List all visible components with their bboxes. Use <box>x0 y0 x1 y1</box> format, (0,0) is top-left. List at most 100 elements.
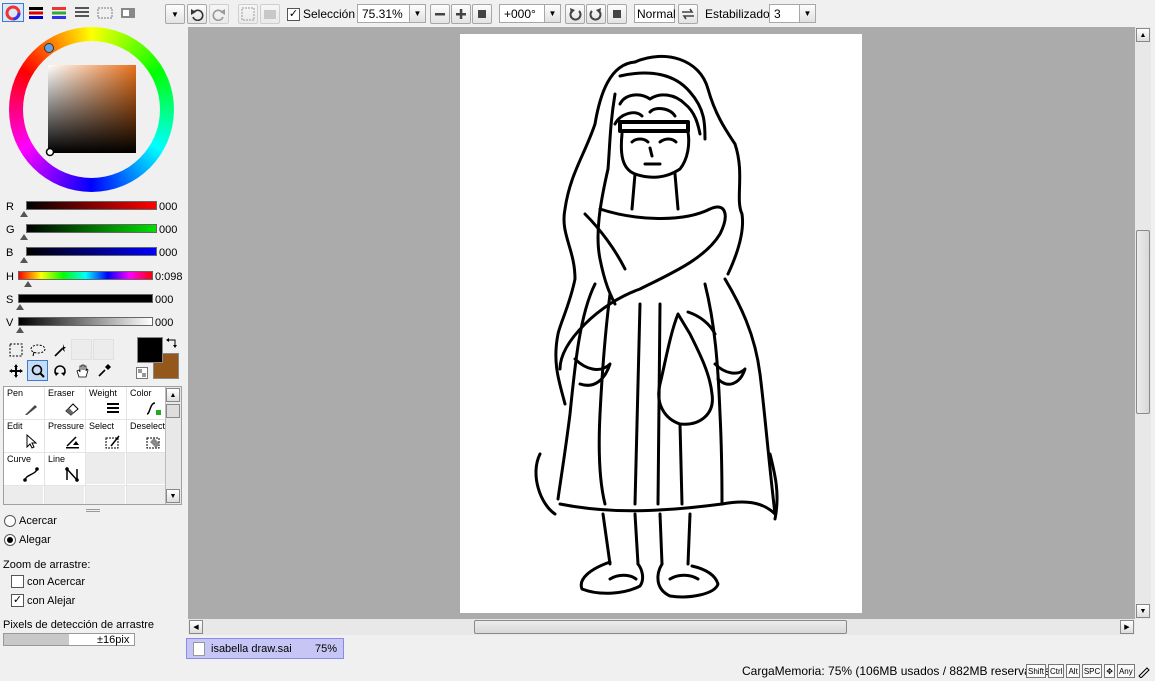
lasso-icon[interactable] <box>27 339 48 360</box>
checkbox-con-alejar[interactable]: ✓ <box>11 594 24 607</box>
scroll-down-icon[interactable]: ▼ <box>1136 604 1150 618</box>
rotate-right-button[interactable] <box>586 4 606 24</box>
rgb-sliders-icon[interactable] <box>25 3 47 22</box>
chevron-down-icon[interactable]: ▼ <box>409 5 425 22</box>
canvas-area[interactable] <box>188 27 1135 619</box>
radio-alegar[interactable] <box>4 534 16 546</box>
sv-marker-icon[interactable] <box>44 146 56 158</box>
zoom-reset-button[interactable] <box>472 4 492 24</box>
hsv-sliders-icon[interactable] <box>48 3 70 22</box>
zoom-out-button[interactable] <box>430 4 450 24</box>
slider-track[interactable] <box>18 317 153 326</box>
slider-thumb[interactable] <box>20 257 28 263</box>
scroll-up-icon[interactable]: ▲ <box>166 388 180 402</box>
brush-color[interactable]: Color <box>127 387 167 419</box>
zoom-combo[interactable]: 75.31% ▼ <box>357 4 426 23</box>
slider-r[interactable]: R 000 <box>4 199 184 217</box>
vertical-scroll-thumb[interactable] <box>1136 230 1150 414</box>
selection-toggle[interactable]: ✓ Selección <box>287 7 355 21</box>
brush-curve[interactable]: Curve <box>4 453 44 485</box>
slider-track[interactable] <box>26 224 157 233</box>
flip-icon <box>682 8 694 20</box>
brush-select[interactable]: Select <box>86 420 126 452</box>
slider-track[interactable] <box>26 247 157 256</box>
scratchpad-icon[interactable] <box>117 3 139 22</box>
document-tab[interactable]: isabella draw.sai 75% <box>186 638 344 659</box>
deselect-button[interactable] <box>238 4 258 24</box>
slider-v[interactable]: V 000 <box>4 315 184 333</box>
rect-select-icon[interactable] <box>5 339 26 360</box>
slider-thumb[interactable] <box>24 281 32 287</box>
option-con-alejar[interactable]: ✓ con Alejar <box>11 594 75 607</box>
flip-horizontal-button[interactable] <box>678 4 698 24</box>
redo-button[interactable] <box>209 4 229 24</box>
brush-pressure[interactable]: Pressure <box>45 420 85 452</box>
slider-thumb[interactable] <box>20 211 28 217</box>
eyedropper-icon[interactable] <box>93 360 114 381</box>
brush-pen[interactable]: Pen <box>4 387 44 419</box>
brush-line[interactable]: Line <box>45 453 85 485</box>
slider-s[interactable]: S 000 <box>4 292 184 310</box>
empty-brush-slot <box>86 453 126 485</box>
reset-icon <box>613 10 621 18</box>
brush-deselect[interactable]: Deselect <box>127 420 167 452</box>
slider-track[interactable] <box>18 294 153 303</box>
slider-b[interactable]: B 000 <box>4 245 184 263</box>
magic-wand-icon[interactable] <box>49 339 70 360</box>
color-wheel[interactable] <box>9 27 174 192</box>
panel-collapse-button[interactable]: ▼ <box>165 4 185 24</box>
brush-scrollbar[interactable]: ▲ ▼ <box>165 387 181 504</box>
swap-colors-icon[interactable] <box>165 336 179 350</box>
scroll-left-icon[interactable]: ◀ <box>189 620 203 634</box>
color-wheel-icon[interactable] <box>2 3 24 22</box>
foreground-color-swatch[interactable] <box>137 337 163 363</box>
chevron-down-icon[interactable]: ▼ <box>799 5 815 22</box>
horizontal-scrollbar[interactable]: ◀ ▶ <box>188 619 1135 635</box>
stabilizer-label: Estabilizador <box>705 7 774 21</box>
slider-thumb[interactable] <box>20 234 28 240</box>
option-acercar[interactable]: Acercar <box>4 515 57 527</box>
invert-selection-button[interactable] <box>260 4 280 24</box>
slider-g[interactable]: G 000 <box>4 222 184 240</box>
slider-track[interactable] <box>18 271 153 280</box>
hand-icon[interactable] <box>71 360 92 381</box>
rotation-reset-button[interactable] <box>607 4 627 24</box>
swatch-grid-icon[interactable] <box>94 3 116 22</box>
slider-thumb[interactable] <box>16 327 24 333</box>
saturation-value-square[interactable] <box>48 65 136 153</box>
radio-acercar[interactable] <box>4 515 16 527</box>
swatches-icon[interactable] <box>71 3 93 22</box>
checkbox-con-acercar[interactable] <box>11 575 24 588</box>
hue-marker-icon[interactable] <box>43 42 55 54</box>
undo-button[interactable] <box>187 4 207 24</box>
transparent-color-icon[interactable] <box>136 367 148 379</box>
brush-weight[interactable]: Weight <box>86 387 126 419</box>
scroll-up-icon[interactable]: ▲ <box>1136 28 1150 42</box>
slider-thumb[interactable] <box>16 304 24 310</box>
stabilizer-combo[interactable]: 3 ▼ <box>769 4 816 23</box>
blend-mode-box[interactable]: Normal <box>634 4 676 23</box>
option-alegar[interactable]: Alegar <box>4 534 51 546</box>
scroll-right-icon[interactable]: ▶ <box>1120 620 1134 634</box>
slider-h[interactable]: H 0:098 <box>4 269 184 287</box>
brush-edit[interactable]: Edit <box>4 420 44 452</box>
option-con-acercar[interactable]: con Acercar <box>11 575 85 588</box>
drawing-canvas[interactable] <box>460 34 862 613</box>
brush-label: Curve <box>7 454 32 464</box>
zoom-icon[interactable] <box>27 360 48 381</box>
rotate-left-button[interactable] <box>565 4 585 24</box>
move-icon[interactable] <box>5 360 26 381</box>
chevron-down-icon[interactable]: ▼ <box>544 5 560 22</box>
pixels-slider[interactable]: ±16pix <box>3 633 135 646</box>
rotate-icon[interactable] <box>49 360 70 381</box>
selection-checkbox[interactable]: ✓ <box>287 7 300 21</box>
rotation-combo[interactable]: +000° ▼ <box>499 4 561 23</box>
slider-track[interactable] <box>26 201 157 210</box>
vertical-scrollbar[interactable]: ▲ ▼ <box>1135 27 1151 619</box>
brush-eraser[interactable]: Eraser <box>45 387 85 419</box>
scroll-down-icon[interactable]: ▼ <box>166 489 180 503</box>
horizontal-scroll-thumb[interactable] <box>474 620 847 634</box>
zoom-in-button[interactable] <box>451 4 471 24</box>
brush-scroll-thumb[interactable] <box>166 404 180 418</box>
panel-splitter[interactable] <box>86 509 100 512</box>
